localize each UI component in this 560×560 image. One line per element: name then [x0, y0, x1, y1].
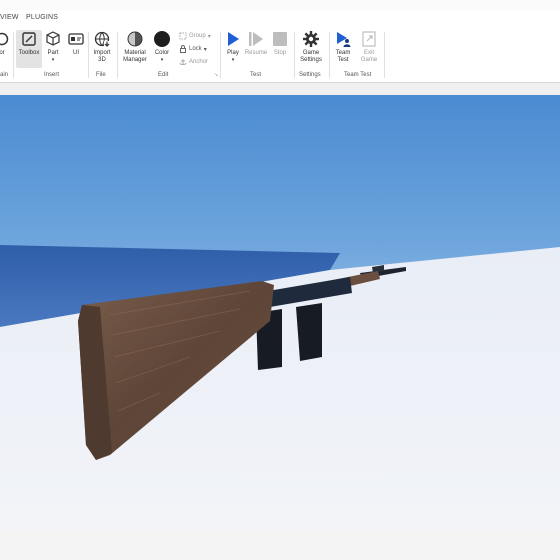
- anchor-label: Anchor: [189, 59, 209, 65]
- color-label: Color: [154, 50, 170, 56]
- editor-tool-partial[interactable]: or: [0, 30, 10, 68]
- import-3d-label-line2: 3D: [98, 57, 106, 63]
- exit-game-label-line2: Game: [360, 57, 378, 63]
- team-test-icon: [334, 30, 352, 48]
- play-button[interactable]: Play ▾: [224, 30, 242, 68]
- separator: [294, 32, 295, 78]
- part-cube-icon: [44, 30, 62, 48]
- viewport-tab-strip: [0, 83, 560, 95]
- anchor-icon: [179, 59, 187, 65]
- resume-icon: [247, 30, 265, 48]
- status-strip: [0, 530, 560, 560]
- team-test-label-line2: Test: [337, 57, 349, 63]
- material-sphere-icon: [126, 30, 144, 48]
- lock-icon: [180, 45, 186, 53]
- anchor-button[interactable]: Anchor: [179, 58, 208, 66]
- lock-label: Lock: [189, 46, 202, 52]
- title-strip: [0, 0, 560, 10]
- globe-import-icon: [93, 30, 111, 48]
- exit-game-icon: [360, 30, 378, 48]
- group-label-file: File: [96, 72, 106, 78]
- scene-render: [0, 245, 560, 530]
- import-3d-label-line1: Import: [93, 50, 111, 56]
- ui-icon: [67, 30, 85, 48]
- separator: [13, 32, 14, 78]
- tab-plugins[interactable]: PLUGINS: [26, 14, 58, 21]
- color-button[interactable]: Color ▾: [152, 30, 172, 68]
- gear-icon: [302, 30, 320, 48]
- rifle-magazine-rear: [296, 303, 322, 361]
- editor-label-partial: or: [0, 50, 5, 56]
- ui-label: UI: [73, 50, 79, 56]
- color-dropdown-chevron-icon[interactable]: ▾: [161, 57, 164, 64]
- team-test-label-line1: Team: [335, 50, 351, 56]
- material-label-line2: Manager: [123, 57, 147, 63]
- part-button[interactable]: Part ▾: [44, 30, 62, 68]
- play-icon: [224, 30, 242, 48]
- lock-chevron-icon: ▾: [203, 46, 207, 53]
- group-label-settings: Settings: [299, 72, 321, 78]
- team-test-button[interactable]: Team Test: [332, 30, 354, 68]
- part-label: Part: [47, 50, 59, 56]
- resume-label: Resume: [244, 50, 268, 56]
- color-swatch-icon: [153, 30, 171, 48]
- game-settings-button[interactable]: Game Settings: [297, 30, 325, 68]
- toolbox-label: Toolbox: [18, 50, 40, 56]
- ribbon-toolbar: or ain Toolbox Part ▾ UI Insert Import 3…: [0, 28, 560, 83]
- 3d-viewport[interactable]: [0, 95, 560, 530]
- play-label: Play: [227, 50, 239, 56]
- lock-button[interactable]: Lock ▾: [179, 45, 207, 53]
- ui-button[interactable]: UI: [66, 30, 86, 68]
- exit-game-button[interactable]: Exit Game: [358, 30, 380, 68]
- resume-button[interactable]: Resume: [244, 30, 268, 68]
- group-icon: [179, 32, 187, 40]
- group-button[interactable]: Group ▾: [179, 32, 211, 40]
- game-settings-label-line1: Game: [302, 50, 320, 56]
- separator: [384, 32, 385, 78]
- stop-label: Stop: [273, 50, 287, 56]
- part-dropdown-chevron-icon[interactable]: ▾: [52, 57, 55, 64]
- stop-button[interactable]: Stop: [270, 30, 290, 68]
- group-label-test: Test: [250, 72, 262, 78]
- group-label-edit: Edit: [158, 72, 169, 78]
- group-label-insert: Insert: [44, 72, 60, 78]
- toolbox-icon: [20, 30, 38, 48]
- play-dropdown-chevron-icon[interactable]: ▾: [232, 57, 235, 64]
- separator: [220, 32, 221, 78]
- separator: [329, 32, 330, 78]
- separator: [117, 32, 118, 78]
- group-label: Group: [189, 33, 206, 39]
- editor-icon: [0, 30, 11, 48]
- separator: [88, 32, 89, 78]
- group-label-team-test: Team Test: [344, 72, 372, 78]
- tab-view[interactable]: VIEW: [0, 14, 19, 21]
- material-label-line1: Material: [124, 50, 146, 56]
- menu-tabs: VIEW PLUGINS: [0, 10, 560, 28]
- import-3d-button[interactable]: Import 3D: [90, 30, 114, 68]
- edit-expand-icon[interactable]: ↘: [214, 72, 218, 78]
- group-chevron-icon: ▾: [207, 33, 211, 40]
- game-settings-label-line2: Settings: [300, 57, 322, 63]
- group-label-main-partial: ain: [0, 72, 9, 78]
- material-manager-button[interactable]: Material Manager: [120, 30, 150, 68]
- stop-icon: [271, 30, 289, 48]
- exit-game-label-line1: Exit: [363, 50, 374, 56]
- toolbox-button[interactable]: Toolbox: [16, 30, 42, 68]
